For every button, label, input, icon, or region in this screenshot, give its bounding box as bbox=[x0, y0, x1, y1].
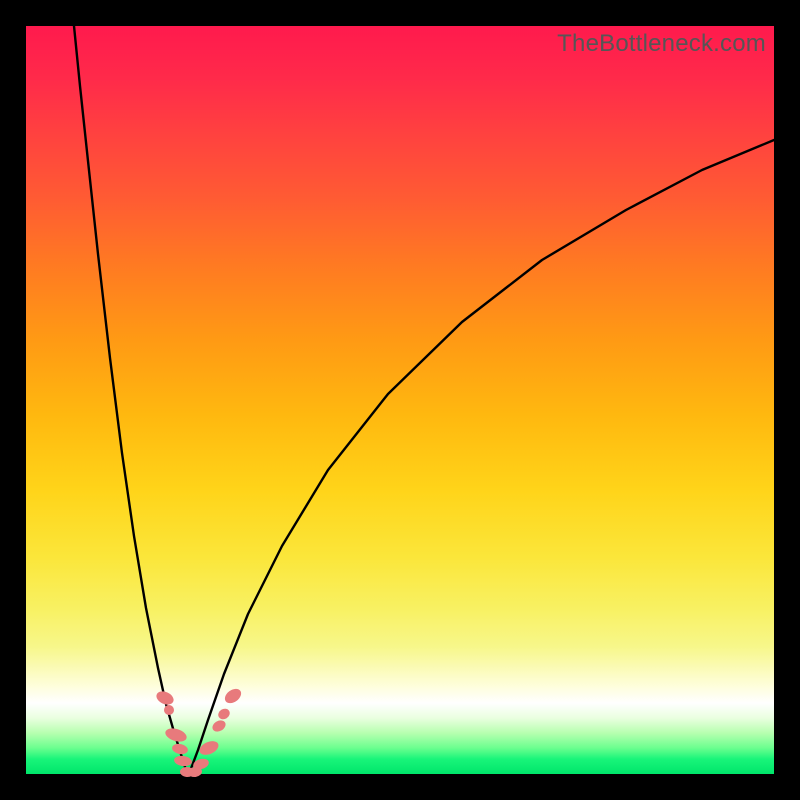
right-curve bbox=[189, 140, 774, 773]
data-marker bbox=[171, 742, 189, 755]
marker-layer bbox=[154, 686, 243, 778]
left-curve bbox=[74, 26, 188, 773]
curve-layer bbox=[26, 26, 774, 774]
data-marker bbox=[216, 707, 231, 722]
data-marker bbox=[164, 705, 174, 715]
chart-frame: TheBottleneck.com bbox=[0, 0, 800, 800]
data-marker bbox=[210, 718, 227, 734]
plot-area: TheBottleneck.com bbox=[26, 26, 774, 774]
data-marker bbox=[222, 686, 244, 706]
data-marker bbox=[173, 755, 192, 767]
